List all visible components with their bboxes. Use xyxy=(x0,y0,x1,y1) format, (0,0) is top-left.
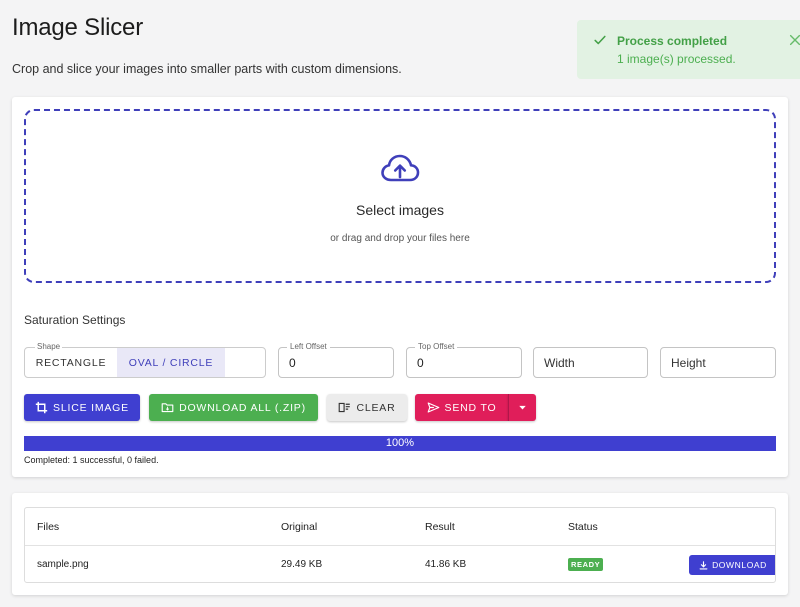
file-name: sample.png xyxy=(37,559,89,570)
progress-bar: 100% xyxy=(24,436,776,451)
table-header: Files Original Result Status xyxy=(25,508,775,546)
result-size: 41.86 KB xyxy=(425,559,467,570)
header-result: Result xyxy=(425,520,455,533)
slice-image-button[interactable]: SLICE IMAGE xyxy=(24,394,140,421)
folder-icon xyxy=(161,403,174,413)
send-to-dropdown-button[interactable] xyxy=(508,394,536,421)
slicer-card: Select images or drag and drop your file… xyxy=(12,97,788,477)
status-badge: READY xyxy=(568,558,604,571)
results-table: Files Original Result Status sample.png … xyxy=(24,507,776,583)
toast-title: Process completed xyxy=(617,34,728,48)
dropzone-title: Select images xyxy=(356,202,444,218)
top-offset-field: Top Offset xyxy=(406,342,522,378)
shape-oval-option[interactable]: OVAL / CIRCLE xyxy=(117,348,225,377)
progress-status: Completed: 1 successful, 0 failed. xyxy=(24,455,159,465)
clear-button[interactable]: CLEAR xyxy=(327,394,407,421)
download-all-button[interactable]: DOWNLOAD ALL (.ZIP) xyxy=(149,394,318,421)
width-input[interactable] xyxy=(534,348,647,377)
send-icon xyxy=(427,402,439,413)
caret-down-icon xyxy=(519,405,526,410)
send-to-label: SEND TO xyxy=(444,401,497,414)
row-download-label: DOWNLOAD xyxy=(712,560,767,570)
clear-label: CLEAR xyxy=(356,401,396,414)
cloud-upload-icon xyxy=(381,154,420,182)
top-offset-input[interactable] xyxy=(407,348,521,377)
shape-selector: Shape RECTANGLE OVAL / CIRCLE xyxy=(24,342,266,378)
dropzone-subtitle: or drag and drop your files here xyxy=(330,233,470,244)
settings-label: Saturation Settings xyxy=(24,313,126,327)
close-icon[interactable] xyxy=(788,33,800,47)
crop-icon xyxy=(35,401,48,414)
success-toast: Process completed 1 image(s) processed. xyxy=(577,20,800,79)
download-icon xyxy=(699,560,708,569)
upload-dropzone[interactable]: Select images or drag and drop your file… xyxy=(24,109,776,283)
toast-message: 1 image(s) processed. xyxy=(617,52,736,66)
send-to-button[interactable]: SEND TO xyxy=(415,394,508,421)
page-title: Image Slicer xyxy=(12,14,143,41)
clear-format-icon xyxy=(339,402,351,413)
original-size: 29.49 KB xyxy=(281,559,323,570)
shape-rectangle-option[interactable]: RECTANGLE xyxy=(25,348,117,377)
header-original: Original xyxy=(281,520,318,533)
header-status: Status xyxy=(568,520,598,533)
header-files: Files xyxy=(37,520,60,533)
row-download-button[interactable]: DOWNLOAD xyxy=(689,555,775,575)
left-offset-input[interactable] xyxy=(279,348,393,377)
height-field xyxy=(660,347,776,378)
status-cell: READY xyxy=(568,546,604,582)
results-card: Files Original Result Status sample.png … xyxy=(12,493,788,595)
table-row: sample.png 29.49 KB 41.86 KB READY DOWNL… xyxy=(25,546,775,582)
slice-image-label: SLICE IMAGE xyxy=(53,401,129,414)
height-input[interactable] xyxy=(661,348,775,377)
check-icon xyxy=(594,35,606,45)
page-subtitle: Crop and slice your images into smaller … xyxy=(12,62,402,76)
left-offset-field: Left Offset xyxy=(278,342,394,378)
download-all-label: DOWNLOAD ALL (.ZIP) xyxy=(179,401,306,414)
width-field xyxy=(533,347,648,378)
